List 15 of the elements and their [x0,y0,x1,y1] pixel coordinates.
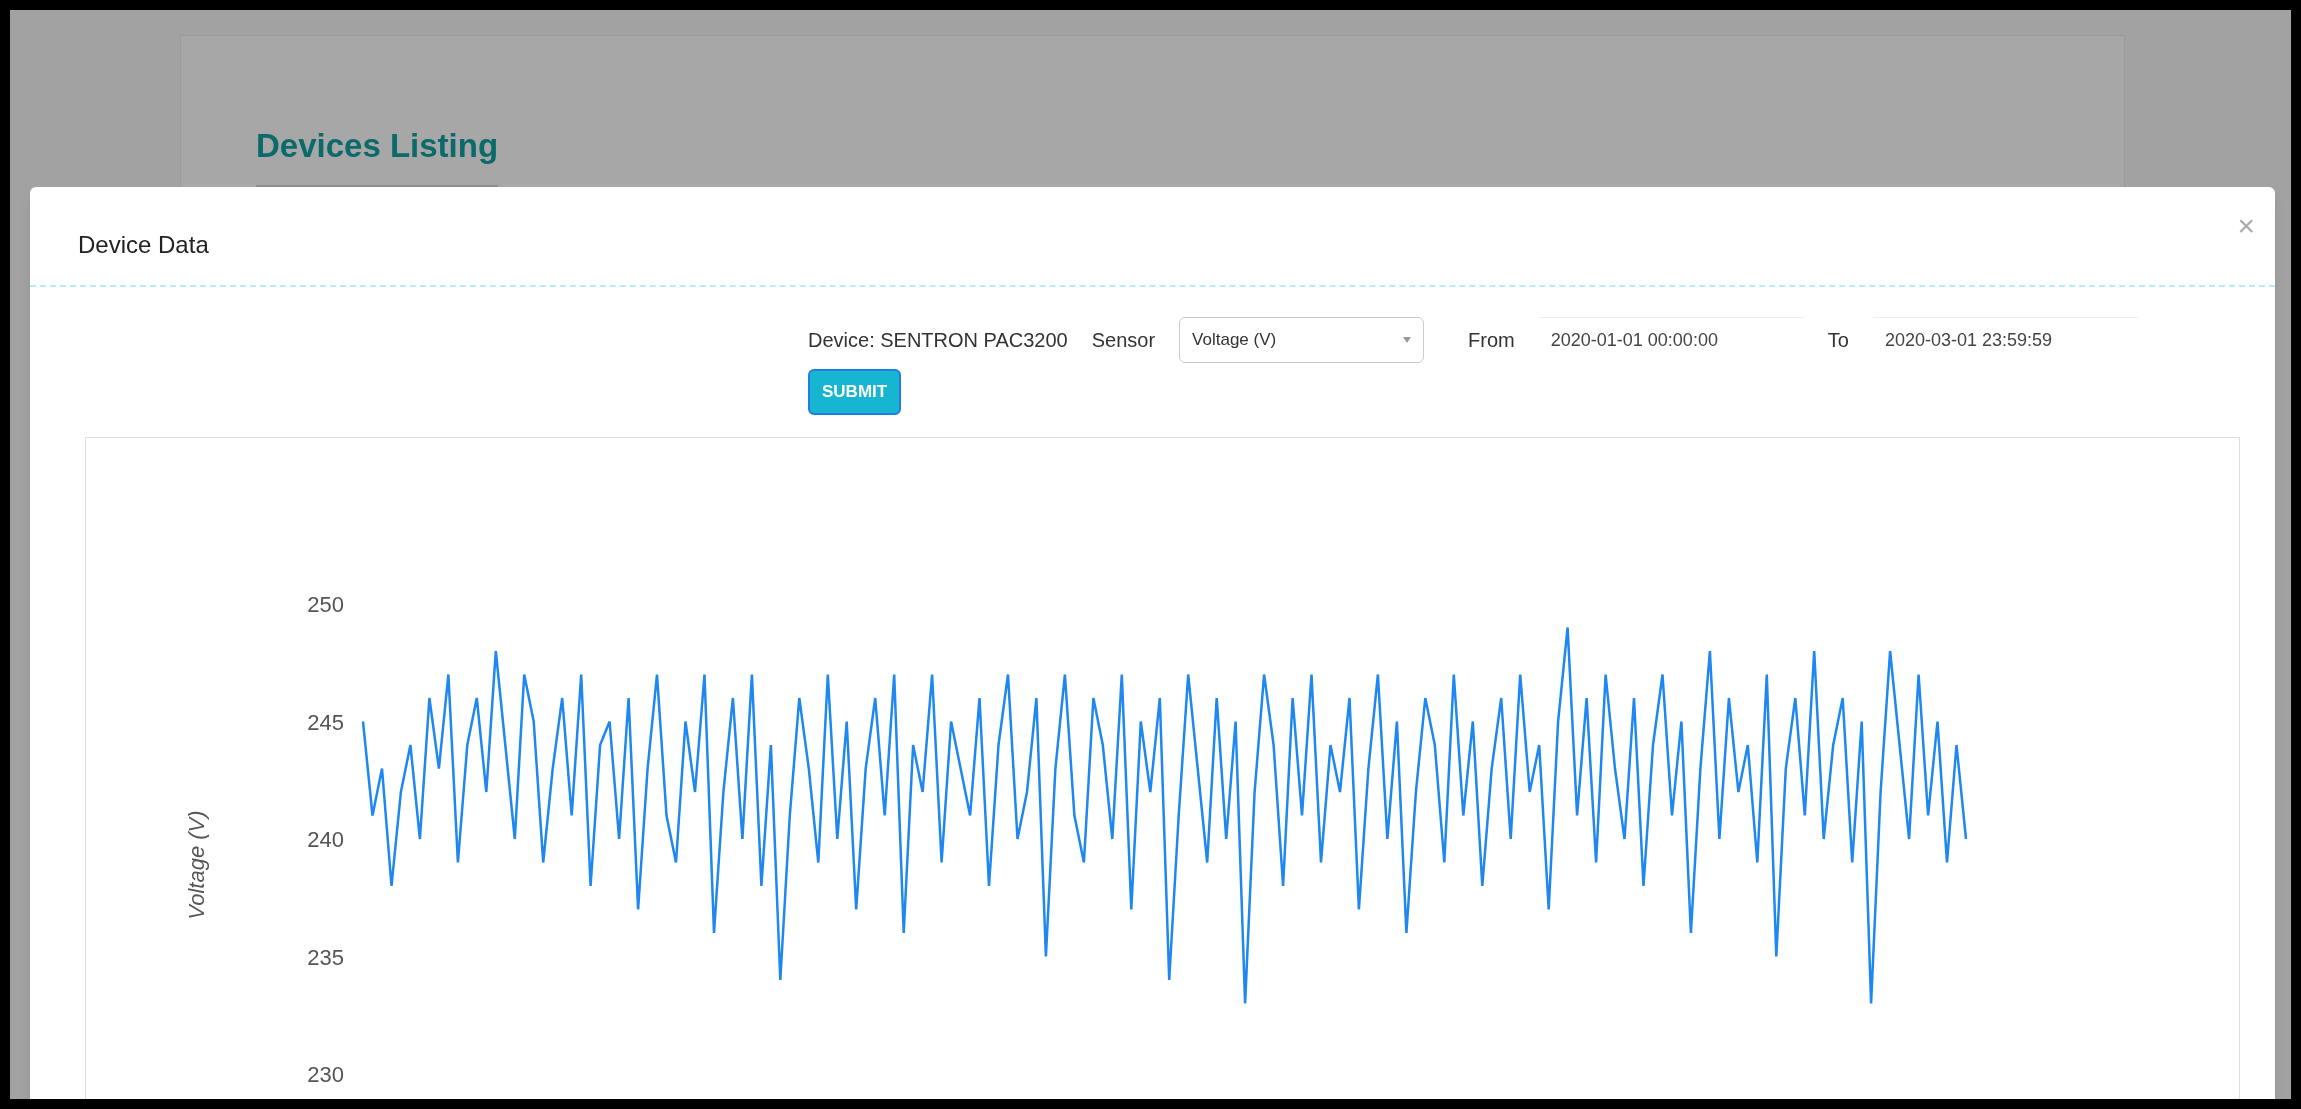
to-label: To [1827,328,1849,353]
from-field[interactable]: 2020-01-01 00:00:00 [1538,317,1804,363]
caret-icon [1403,337,1412,343]
y-tick-label: 230 [307,1062,344,1087]
y-tick-label: 235 [307,944,344,970]
y-tick-label: 245 [307,709,344,735]
sensor-label: Sensor [1091,328,1156,353]
modal-title: Device Data [78,230,209,260]
sensor-select[interactable]: Voltage (V) [1179,317,1425,363]
y-axis-title: Voltage (V) [184,810,209,920]
device-label: Device: SENTRON PAC3200 [808,328,1068,353]
y-tick-label: 240 [307,827,344,852]
y-tick-label: 250 [307,592,344,617]
to-field[interactable]: 2020-03-01 23:59:59 [1872,317,2138,363]
from-label: From [1468,328,1515,353]
